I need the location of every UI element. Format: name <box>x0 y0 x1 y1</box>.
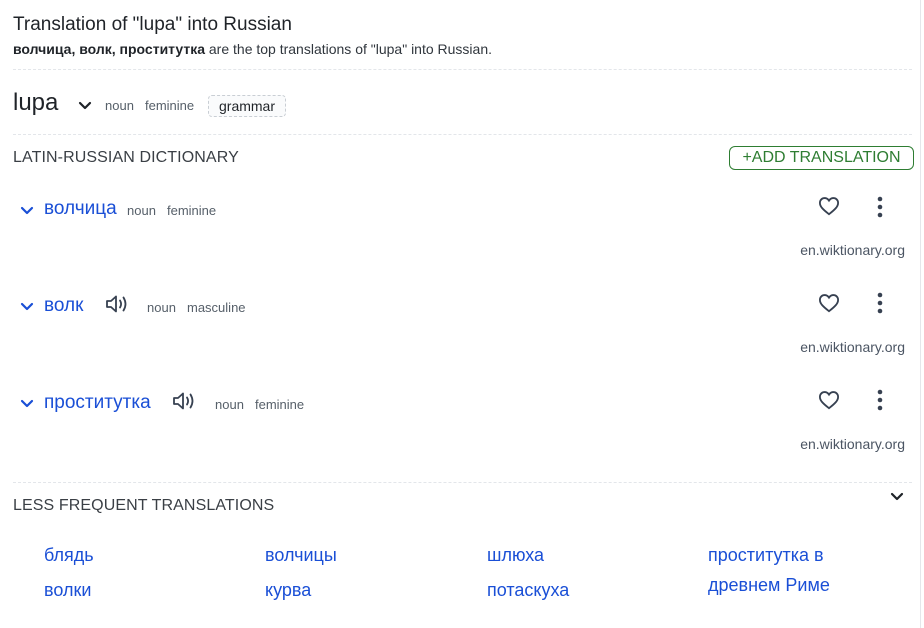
translation-pos: noun <box>127 203 156 218</box>
headword-pos: noun <box>105 98 134 113</box>
chevron-down-icon[interactable] <box>20 203 34 221</box>
grammar-button[interactable]: grammar <box>208 95 287 117</box>
chevron-down-icon[interactable] <box>20 299 34 317</box>
translation-gender: feminine <box>167 203 217 218</box>
dictionary-title: LATIN-RUSSIAN DICTIONARY <box>13 149 239 166</box>
translation-pos: noun <box>215 397 244 412</box>
more-vertical-icon[interactable] <box>876 389 884 416</box>
more-vertical-icon[interactable] <box>876 292 884 319</box>
source-link[interactable]: en.wiktionary.org <box>800 436 905 452</box>
heart-icon[interactable] <box>818 293 840 318</box>
less-frequent-link[interactable]: потаскуха <box>487 580 569 601</box>
source-link[interactable]: en.wiktionary.org <box>800 339 905 355</box>
less-frequent-link[interactable]: проститутка в <box>708 545 824 566</box>
less-frequent-link[interactable]: древнем Риме <box>708 575 830 596</box>
heart-icon[interactable] <box>818 390 840 415</box>
less-frequent-link[interactable]: волчицы <box>265 545 337 566</box>
chevron-down-icon[interactable] <box>20 396 34 414</box>
less-frequent-title: LESS FREQUENT TRANSLATIONS <box>13 497 275 514</box>
panel-border <box>920 0 921 628</box>
speaker-icon[interactable] <box>104 293 130 320</box>
less-frequent-link[interactable]: шлюха <box>487 545 544 566</box>
headword: lupa <box>13 89 59 116</box>
translation-link[interactable]: проститутка <box>44 392 151 414</box>
heart-icon[interactable] <box>818 196 840 221</box>
chevron-down-icon[interactable] <box>78 98 92 116</box>
less-frequent-link[interactable]: курва <box>265 580 311 601</box>
summary-text: are the top translations of "lupa" into … <box>205 41 492 57</box>
translation-panel: Translation of "lupa" into Russian волчи… <box>0 0 924 628</box>
add-translation-button[interactable]: +ADD TRANSLATION <box>729 146 914 170</box>
translation-gender: feminine <box>255 397 305 412</box>
translation-pos: noun <box>147 300 176 315</box>
source-link[interactable]: en.wiktionary.org <box>800 242 905 258</box>
summary-top-translations: волчица, волк, проститутка <box>13 41 205 57</box>
summary-line: волчица, волк, проститутка are the top t… <box>13 41 492 57</box>
chevron-down-icon[interactable] <box>890 489 904 507</box>
divider <box>13 69 912 70</box>
translation-gender: masculine <box>187 300 246 315</box>
page-title: Translation of "lupa" into Russian <box>13 14 292 35</box>
translation-link[interactable]: волк <box>44 295 83 317</box>
translation-link[interactable]: волчица <box>44 198 117 220</box>
headword-gender: feminine <box>145 98 195 113</box>
divider <box>13 134 912 135</box>
divider <box>13 482 912 483</box>
less-frequent-link[interactable]: волки <box>44 580 91 601</box>
less-frequent-link[interactable]: блядь <box>44 545 94 566</box>
more-vertical-icon[interactable] <box>876 196 884 223</box>
speaker-icon[interactable] <box>171 390 197 417</box>
